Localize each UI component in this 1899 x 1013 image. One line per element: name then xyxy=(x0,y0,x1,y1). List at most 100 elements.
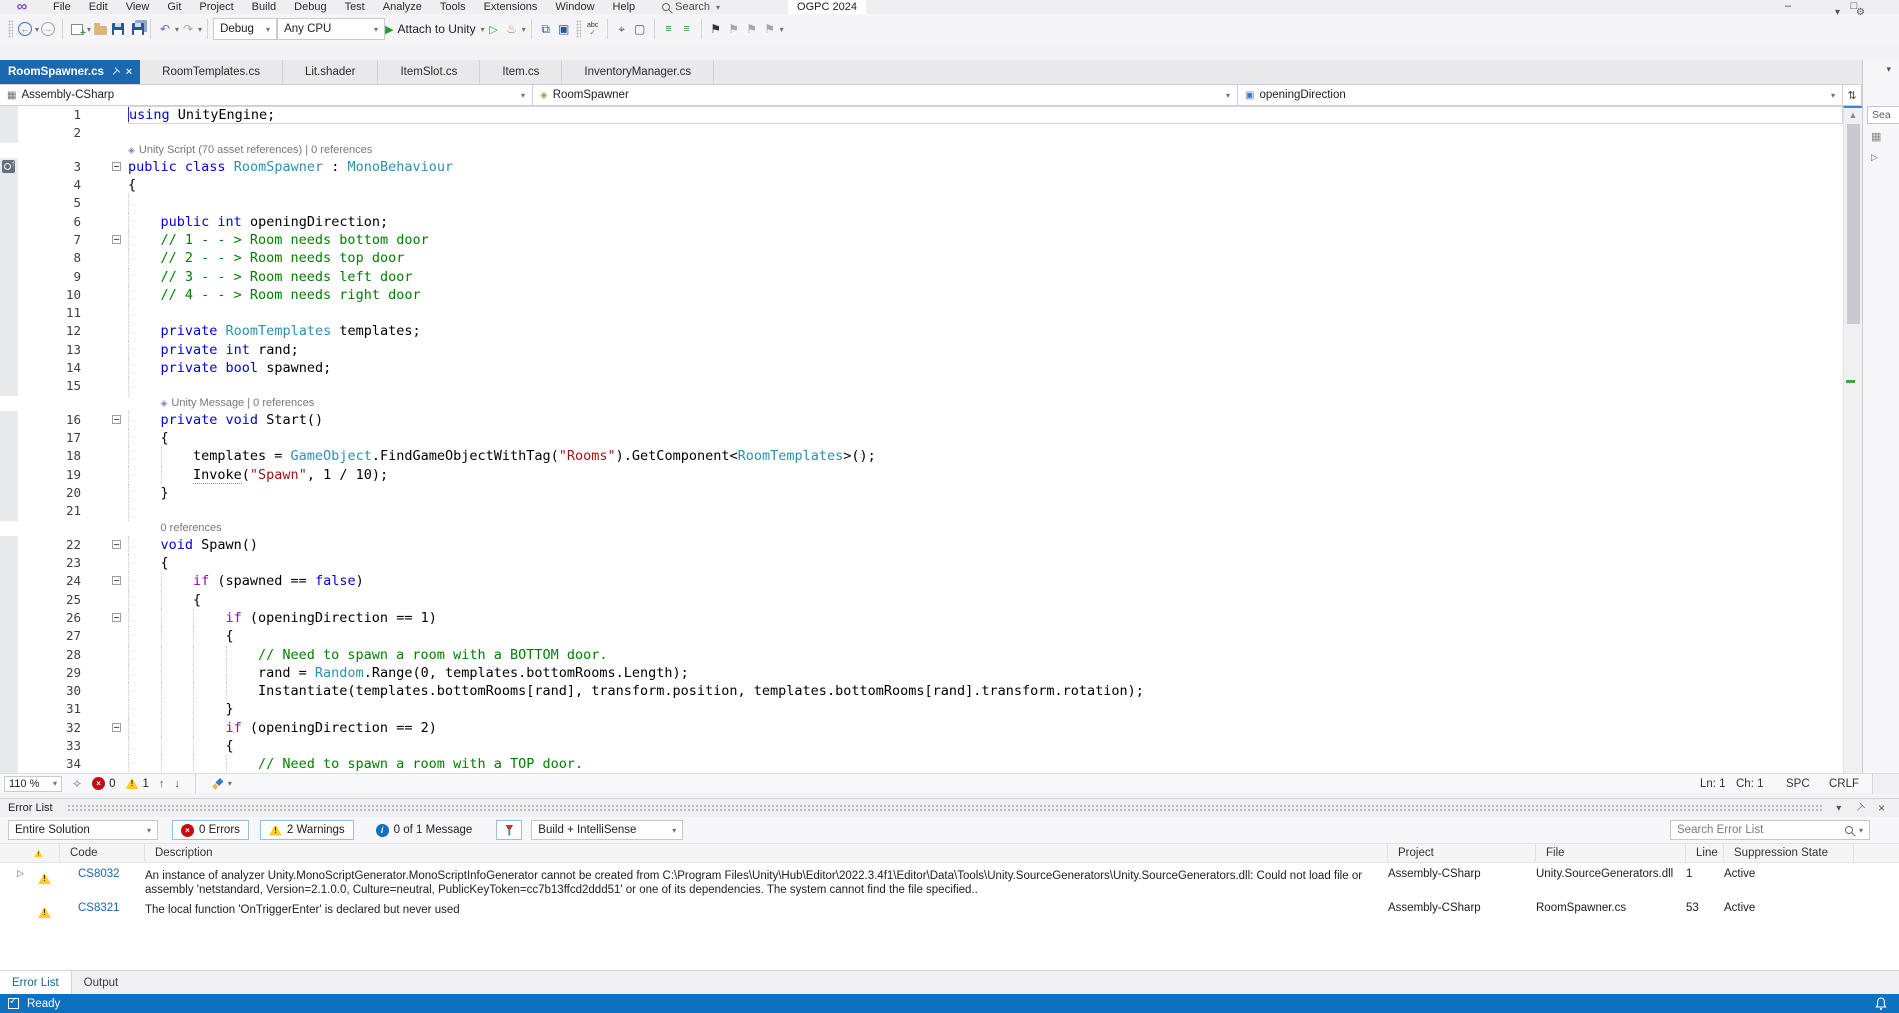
panel-options-icon[interactable]: ▾ xyxy=(1836,803,1841,814)
toolbar-overflow-button[interactable]: ▾ xyxy=(780,25,784,34)
code-text[interactable] xyxy=(128,124,1843,142)
tab-item-cs[interactable]: Item.cs xyxy=(480,60,562,84)
code-line[interactable]: 27{ xyxy=(0,627,1843,645)
code-line[interactable]: 14private bool spawned; xyxy=(0,359,1843,377)
previous-bookmark-button[interactable]: ⚑ xyxy=(725,19,743,39)
intellicode-icon[interactable]: ✧ xyxy=(72,777,82,791)
error-code-link[interactable]: CS8032 xyxy=(60,863,145,880)
menu-item-extensions[interactable]: Extensions xyxy=(475,0,547,14)
code-line[interactable]: 6public int openingDirection; xyxy=(0,213,1843,231)
scrollbar-thumb[interactable] xyxy=(1847,124,1860,324)
code-text[interactable]: public class RoomSpawner : MonoBehaviour xyxy=(128,158,1843,176)
codelens[interactable]: ◈Unity Message | 0 references xyxy=(0,396,1843,411)
panel-tab-output[interactable]: Output xyxy=(72,971,131,994)
side-panel-search-input[interactable]: Sea xyxy=(1867,106,1899,124)
line-column-header[interactable]: Line xyxy=(1686,844,1724,862)
code-text[interactable]: private bool spawned; xyxy=(128,359,1843,377)
collapse-region-icon[interactable] xyxy=(112,415,121,424)
filter-button[interactable] xyxy=(496,820,522,840)
code-line[interactable]: 12private RoomTemplates templates; xyxy=(0,322,1843,340)
menu-item-analyze[interactable]: Analyze xyxy=(374,0,431,14)
chevron-down-icon[interactable]: ▾ xyxy=(522,25,526,34)
code-line[interactable]: 10// 4 - - > Room needs right door xyxy=(0,286,1843,304)
code-text[interactable]: // Need to spawn a room with a BOTTOM do… xyxy=(128,646,1843,664)
codelens[interactable]: ◈Unity Script (70 asset references) | 0 … xyxy=(0,143,1843,158)
redo-button[interactable]: ↷ xyxy=(179,19,197,39)
menu-item-debug[interactable]: Debug xyxy=(285,0,335,14)
code-text[interactable]: public int openingDirection; xyxy=(128,213,1843,231)
solution-configuration-dropdown[interactable]: Debug▾ xyxy=(213,18,277,40)
code-text[interactable]: rand = Random.Range(0, templates.bottomR… xyxy=(128,664,1843,682)
collapse-region-icon[interactable] xyxy=(112,162,121,171)
code-text[interactable]: if (openingDirection == 2) xyxy=(128,719,1843,737)
pin-icon[interactable]: ⊤ xyxy=(108,65,121,78)
panel-title-bar[interactable]: Error List ▾ ⊤ × xyxy=(0,799,1899,817)
code-text[interactable] xyxy=(128,377,1843,395)
code-text[interactable]: Instantiate(templates.bottomRooms[rand],… xyxy=(128,682,1843,700)
code-text[interactable]: { xyxy=(128,627,1843,645)
code-line[interactable]: 9// 3 - - > Room needs left door xyxy=(0,268,1843,286)
code-text[interactable]: { xyxy=(128,176,1843,194)
codelens-text[interactable]: Unity Message | 0 references xyxy=(171,397,314,409)
chevron-down-icon[interactable]: ▾ xyxy=(198,25,202,34)
tab-roomtemplates-cs[interactable]: RoomTemplates.cs xyxy=(140,60,283,84)
save-all-button[interactable] xyxy=(127,19,145,39)
search-feature[interactable]: Search ▾ xyxy=(662,1,720,13)
code-text[interactable] xyxy=(128,194,1843,212)
pin-icon[interactable]: ⊤ xyxy=(1853,801,1867,815)
code-line[interactable]: 24if (spawned == false) xyxy=(0,572,1843,590)
code-line[interactable]: 3public class RoomSpawner : MonoBehaviou… xyxy=(0,158,1843,176)
code-line[interactable]: 28// Need to spawn a room with a BOTTOM … xyxy=(0,646,1843,664)
menu-item-build[interactable]: Build xyxy=(243,0,285,14)
close-icon[interactable]: × xyxy=(1878,801,1885,815)
code-text[interactable]: private int rand; xyxy=(128,341,1843,359)
state-column-header[interactable]: Suppression State xyxy=(1724,844,1854,862)
toggle-bookmark-button[interactable]: ⚑ xyxy=(707,19,725,39)
code-text[interactable]: using UnityEngine; xyxy=(128,106,1843,124)
tree-expander-icon[interactable]: ▷ xyxy=(1871,152,1878,163)
error-file[interactable]: Unity.SourceGenerators.dll xyxy=(1536,863,1686,880)
error-suppression-state[interactable]: Active xyxy=(1724,897,1854,914)
tab-list-dropdown-icon[interactable]: ▾ xyxy=(1835,7,1840,18)
code-line[interactable]: 32if (openingDirection == 2) xyxy=(0,719,1843,737)
code-line[interactable]: 15 xyxy=(0,377,1843,395)
member-dropdown[interactable]: ▣ openingDirection ▾ xyxy=(1237,84,1843,106)
code-text[interactable]: } xyxy=(128,700,1843,718)
code-line[interactable]: 34// Need to spawn a room with a TOP doo… xyxy=(0,755,1843,773)
code-text[interactable]: { xyxy=(128,429,1843,447)
code-line[interactable]: 5 xyxy=(0,194,1843,212)
code-line[interactable]: 31} xyxy=(0,700,1843,718)
severity-column-header[interactable] xyxy=(0,844,60,862)
codelens[interactable]: 0 references xyxy=(0,521,1843,536)
error-code-link[interactable]: CS8321 xyxy=(60,897,145,914)
select-tool-button[interactable]: ⌖ xyxy=(613,19,631,39)
code-text[interactable]: { xyxy=(128,737,1843,755)
next-bookmark-button[interactable]: ⚑ xyxy=(743,19,761,39)
close-icon[interactable]: × xyxy=(126,66,132,78)
code-column-header[interactable]: Code xyxy=(60,844,145,862)
code-text[interactable]: // 3 - - > Room needs left door xyxy=(128,268,1843,286)
code-text[interactable]: private RoomTemplates templates; xyxy=(128,322,1843,340)
menu-item-file[interactable]: File xyxy=(44,0,80,14)
toolbar-grip[interactable] xyxy=(8,20,13,38)
menu-item-window[interactable]: Window xyxy=(546,0,603,14)
code-line[interactable]: 21 xyxy=(0,502,1843,520)
editor-warning-count[interactable]: 1 xyxy=(125,778,148,790)
error-list-row[interactable]: CS8321The local function 'OnTriggerEnter… xyxy=(0,897,1899,921)
code-line[interactable]: 30Instantiate(templates.bottomRooms[rand… xyxy=(0,682,1843,700)
collapse-region-icon[interactable] xyxy=(112,540,121,549)
code-text[interactable]: } xyxy=(128,484,1843,502)
indent-decrease-button[interactable]: ≡ xyxy=(660,19,678,39)
start-without-debugging-button[interactable]: ▷ xyxy=(485,19,503,39)
warnings-filter-button[interactable]: 2 Warnings xyxy=(260,820,354,840)
menu-item-git[interactable]: Git xyxy=(158,0,190,14)
split-window-button[interactable]: ⇅ xyxy=(1842,84,1862,106)
code-text[interactable]: void Spawn() xyxy=(128,536,1843,554)
bookmark-window-button[interactable]: ⚑ xyxy=(761,19,779,39)
window-options-icon[interactable]: ⚙ xyxy=(1856,7,1865,18)
code-text[interactable]: if (openingDirection == 1) xyxy=(128,609,1843,627)
code-text[interactable]: { xyxy=(128,554,1843,572)
description-column-header[interactable]: Description xyxy=(145,844,1388,862)
code-line[interactable]: 23{ xyxy=(0,554,1843,572)
code-line[interactable]: 20} xyxy=(0,484,1843,502)
